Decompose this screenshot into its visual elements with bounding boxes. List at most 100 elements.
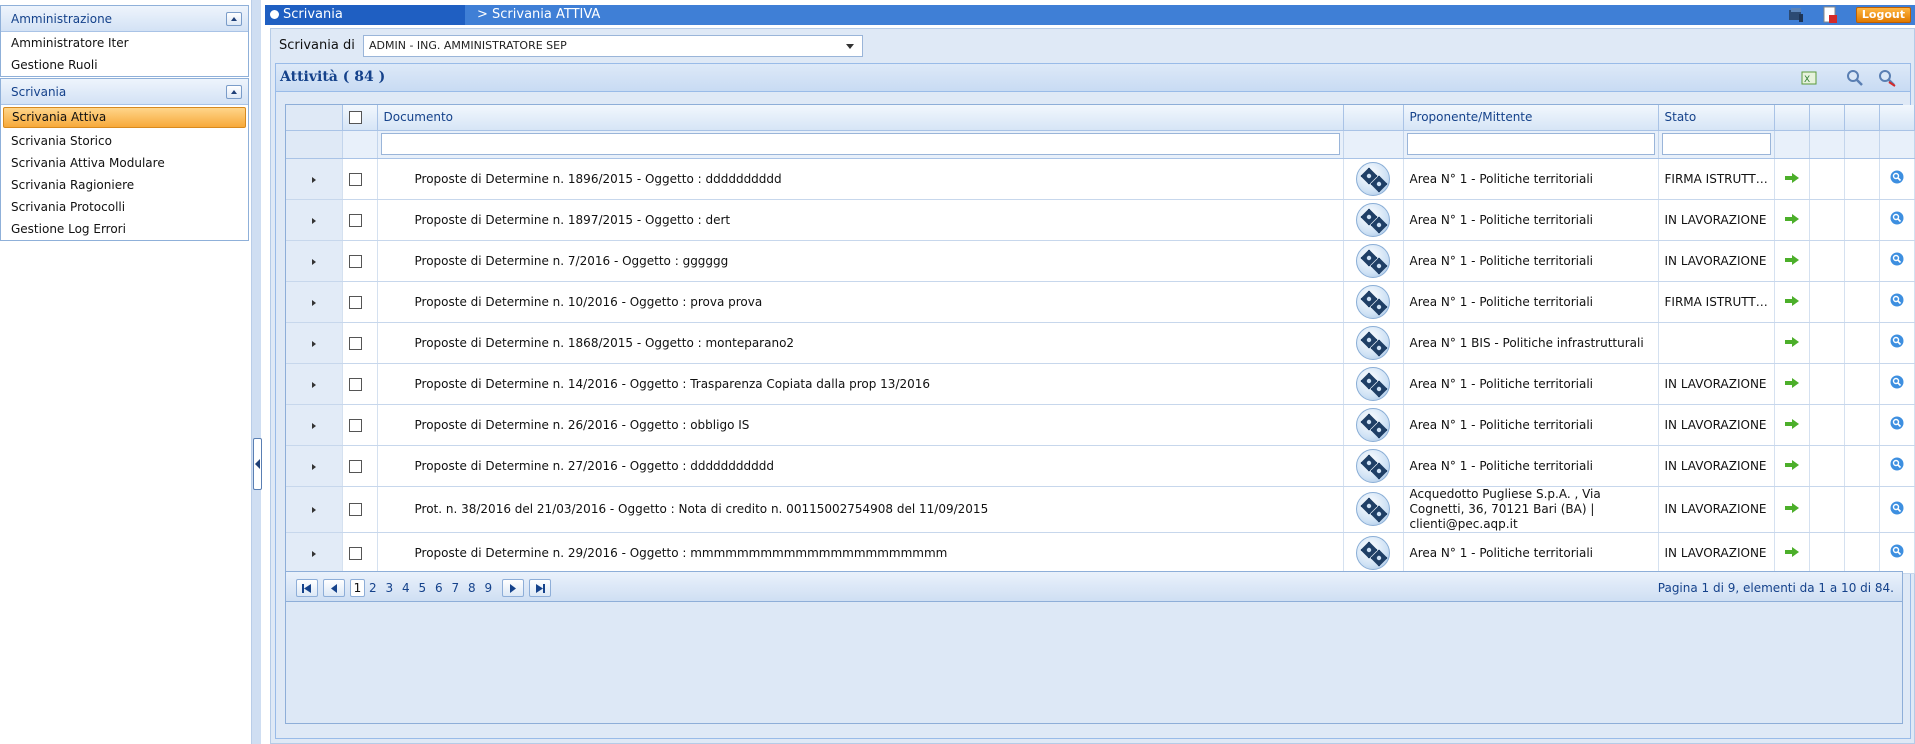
proponente-filter-input[interactable]	[1406, 133, 1655, 155]
view-detail-icon[interactable]	[1890, 457, 1904, 474]
gear-icon[interactable]	[1356, 407, 1390, 442]
stato-filter-input[interactable]	[1661, 133, 1771, 155]
gear-icon[interactable]	[1356, 202, 1390, 237]
expand-arrow-icon[interactable]	[311, 507, 316, 513]
forward-arrow-icon[interactable]	[1784, 172, 1799, 186]
forward-arrow-icon[interactable]	[1784, 295, 1799, 309]
expand-row-cell[interactable]	[286, 532, 343, 574]
page-number-4[interactable]: 4	[402, 581, 410, 595]
row-checkbox[interactable]	[348, 503, 362, 516]
gear-icon[interactable]	[1356, 284, 1390, 319]
table-row[interactable]: Proposte di Determine n. 1897/2015 - Ogg…	[286, 199, 1915, 241]
table-row[interactable]: Proposte di Determine n. 29/2016 - Ogget…	[286, 532, 1915, 574]
table-row[interactable]: Proposte di Determine n. 1868/2015 - Ogg…	[286, 322, 1915, 364]
documento-filter-input[interactable]	[380, 133, 1340, 155]
column-header-proponente[interactable]: Proponente/Mittente	[1403, 105, 1659, 131]
admin-panel-header[interactable]: Amministrazione	[1, 6, 248, 32]
document-pdf-icon[interactable]	[1821, 6, 1839, 24]
view-detail-icon[interactable]	[1890, 293, 1904, 310]
search-icon[interactable]	[1846, 69, 1864, 87]
table-row[interactable]: Prot. n. 38/2016 del 21/03/2016 - Oggett…	[286, 486, 1915, 533]
table-row[interactable]: Proposte di Determine n. 10/2016 - Ogget…	[286, 281, 1915, 323]
expand-row-cell[interactable]	[286, 281, 343, 323]
view-detail-icon[interactable]	[1890, 334, 1904, 351]
expand-row-cell[interactable]	[286, 404, 343, 446]
column-header-stato[interactable]: Stato	[1658, 105, 1775, 131]
sidebar-item-gestione-ruoli[interactable]: Gestione Ruoli	[1, 54, 248, 76]
sidebar-item-scrivania-ragioniere[interactable]: Scrivania Ragioniere	[1, 174, 248, 196]
gear-icon[interactable]	[1356, 325, 1390, 360]
view-detail-icon[interactable]	[1890, 170, 1904, 187]
gear-icon[interactable]	[1356, 448, 1390, 483]
view-detail-icon[interactable]	[1890, 375, 1904, 392]
forward-arrow-icon[interactable]	[1784, 213, 1799, 227]
page-number-7[interactable]: 7	[452, 581, 460, 595]
forward-arrow-icon[interactable]	[1784, 377, 1799, 391]
table-row[interactable]: Proposte di Determine n. 27/2016 - Ogget…	[286, 445, 1915, 487]
expand-arrow-icon[interactable]	[311, 422, 316, 429]
gear-icon[interactable]	[1356, 243, 1390, 278]
expand-arrow-icon[interactable]	[311, 176, 316, 183]
row-checkbox[interactable]	[348, 254, 362, 268]
page-number-3[interactable]: 3	[386, 581, 394, 595]
forward-arrow-icon[interactable]	[1784, 502, 1799, 516]
forward-arrow-icon[interactable]	[1784, 546, 1799, 560]
scrivania-select[interactable]: ADMIN - ING. AMMINISTRATORE SEP	[363, 35, 863, 57]
excel-export-icon[interactable]: X	[1800, 69, 1818, 87]
scrivania-panel-header[interactable]: Scrivania	[1, 79, 248, 105]
row-checkbox[interactable]	[348, 295, 362, 309]
expand-row-cell[interactable]	[286, 322, 343, 364]
collapse-sidebar-icon[interactable]	[253, 438, 262, 490]
row-checkbox[interactable]	[348, 213, 362, 227]
expand-arrow-icon[interactable]	[311, 258, 316, 265]
select-all-checkbox[interactable]	[348, 111, 362, 125]
view-detail-icon[interactable]	[1890, 501, 1904, 518]
expand-row-cell[interactable]	[286, 240, 343, 282]
row-checkbox[interactable]	[348, 172, 362, 186]
view-detail-icon[interactable]	[1890, 544, 1904, 561]
sidebar-item-scrivania-protocolli[interactable]: Scrivania Protocolli	[1, 196, 248, 218]
row-checkbox[interactable]	[348, 377, 362, 391]
page-number-5[interactable]: 5	[419, 581, 427, 595]
forward-arrow-icon[interactable]	[1784, 254, 1799, 268]
page-number-8[interactable]: 8	[468, 581, 476, 595]
sidebar-item-amministratore-iter[interactable]: Amministratore Iter	[1, 32, 248, 54]
page-number-9[interactable]: 9	[485, 581, 493, 595]
expand-arrow-icon[interactable]	[311, 340, 316, 347]
expand-row-cell[interactable]	[286, 199, 343, 241]
collapse-icon[interactable]	[226, 12, 242, 26]
last-page-icon[interactable]	[529, 579, 551, 597]
table-row[interactable]: Proposte di Determine n. 7/2016 - Oggett…	[286, 240, 1915, 282]
tab-scrivania[interactable]: Scrivania	[265, 5, 465, 25]
page-number-6[interactable]: 6	[435, 581, 443, 595]
expand-row-cell[interactable]	[286, 363, 343, 405]
table-row[interactable]: Proposte di Determine n. 26/2016 - Ogget…	[286, 404, 1915, 446]
expand-row-cell[interactable]	[286, 486, 343, 533]
previous-page-icon[interactable]	[323, 579, 345, 597]
view-detail-icon[interactable]	[1890, 252, 1904, 269]
forward-arrow-icon[interactable]	[1784, 336, 1799, 350]
gear-icon[interactable]	[1356, 161, 1390, 196]
table-row[interactable]: Proposte di Determine n. 14/2016 - Ogget…	[286, 363, 1915, 405]
expand-arrow-icon[interactable]	[311, 299, 316, 306]
row-checkbox[interactable]	[348, 336, 362, 350]
sidebar-item-scrivania-attiva-modulare[interactable]: Scrivania Attiva Modulare	[1, 152, 248, 174]
collapse-icon[interactable]	[226, 85, 242, 99]
page-number-2[interactable]: 2	[369, 581, 377, 595]
expand-arrow-icon[interactable]	[311, 381, 316, 388]
view-detail-icon[interactable]	[1890, 416, 1904, 433]
page-number-1[interactable]: 1	[350, 579, 365, 597]
expand-row-cell[interactable]	[286, 158, 343, 200]
expand-arrow-icon[interactable]	[311, 550, 316, 557]
row-checkbox[interactable]	[348, 459, 362, 473]
sidebar-item-gestione-log-errori[interactable]: Gestione Log Errori	[1, 218, 248, 240]
expand-arrow-icon[interactable]	[311, 217, 316, 224]
column-header-documento[interactable]: Documento	[377, 105, 1344, 131]
gear-icon[interactable]	[1356, 492, 1390, 526]
clear-search-icon[interactable]	[1878, 69, 1896, 87]
sidebar-splitter[interactable]	[251, 0, 262, 744]
forward-arrow-icon[interactable]	[1784, 418, 1799, 432]
view-detail-icon[interactable]	[1890, 211, 1904, 228]
next-page-icon[interactable]	[502, 579, 524, 597]
row-checkbox[interactable]	[348, 418, 362, 432]
